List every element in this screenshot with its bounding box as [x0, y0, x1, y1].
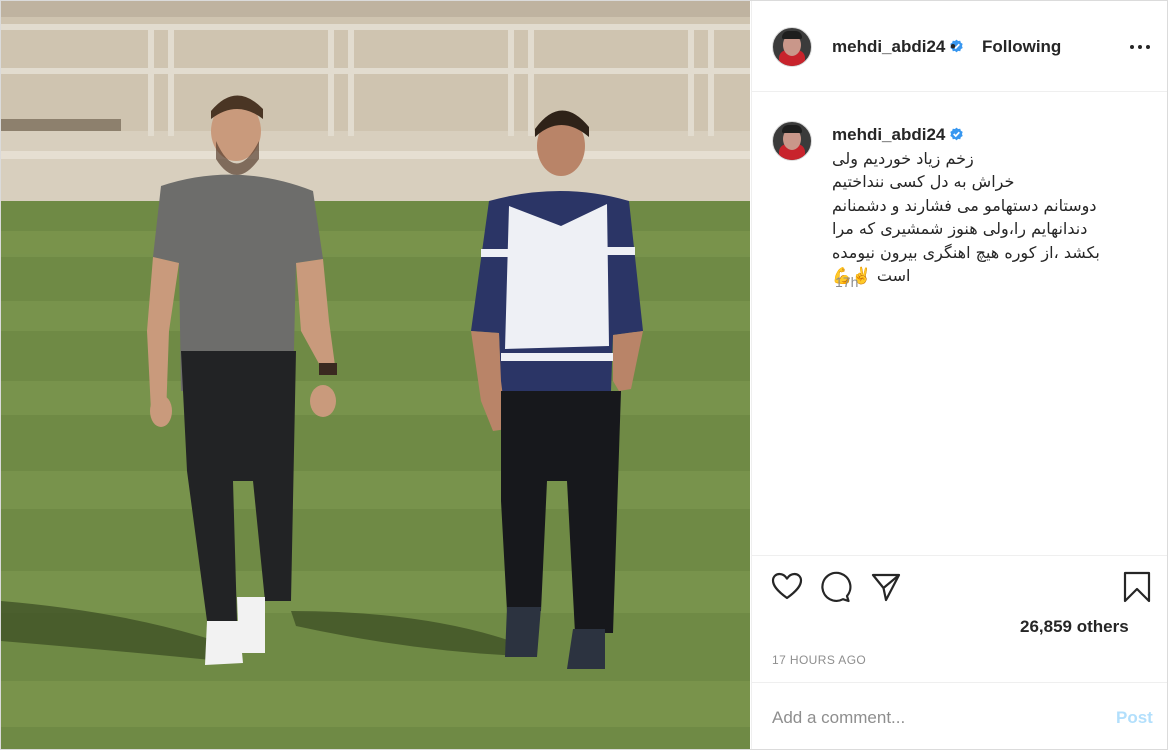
post-modal: mehdi_abdi24 • Following mehdi_abdi24 زخ… — [0, 0, 1168, 750]
author-username[interactable]: mehdi_abdi24 — [832, 37, 945, 56]
more-options-icon — [1130, 45, 1134, 49]
caption-author-avatar[interactable] — [772, 121, 812, 161]
caption-timestamp[interactable]: 17h — [835, 274, 858, 290]
caption-text: زخم زیاد خوردیم ولی خراش به دل کسی ننداخ… — [832, 148, 1100, 286]
post-photo[interactable] — [1, 1, 750, 749]
header-separator: • — [950, 37, 956, 56]
author-username-link[interactable]: mehdi_abdi24 — [832, 37, 964, 57]
post-actions: 26,859 others 17 HOURS AGO Post — [752, 555, 1167, 749]
post-comment-button[interactable]: Post — [1116, 708, 1153, 728]
post-caption: mehdi_abdi24 زخم زیاد خوردیم ولی خراش به… — [832, 123, 1152, 288]
post-header: mehdi_abdi24 • Following — [752, 1, 1167, 92]
post-timestamp[interactable]: 17 HOURS AGO — [772, 653, 866, 667]
verified-badge-icon — [950, 127, 964, 141]
author-avatar[interactable] — [772, 27, 812, 67]
share-icon — [871, 573, 901, 602]
comment-input[interactable] — [770, 705, 1074, 731]
share-button[interactable] — [869, 570, 903, 604]
more-options-button[interactable] — [1124, 35, 1156, 59]
likes-count[interactable]: 26,859 others — [1020, 617, 1129, 637]
bookmark-icon — [1123, 571, 1151, 603]
post-photo-illustration — [1, 1, 750, 749]
caption-username[interactable]: mehdi_abdi24 — [832, 125, 945, 144]
comment-form: Post — [752, 682, 1167, 749]
post-panel: mehdi_abdi24 • Following mehdi_abdi24 زخ… — [751, 1, 1167, 749]
comment-button[interactable] — [818, 570, 852, 604]
heart-icon — [771, 572, 803, 600]
like-button[interactable] — [770, 570, 804, 604]
save-button[interactable] — [1120, 570, 1154, 604]
following-button[interactable]: Following — [982, 37, 1061, 57]
comment-icon — [821, 571, 852, 603]
